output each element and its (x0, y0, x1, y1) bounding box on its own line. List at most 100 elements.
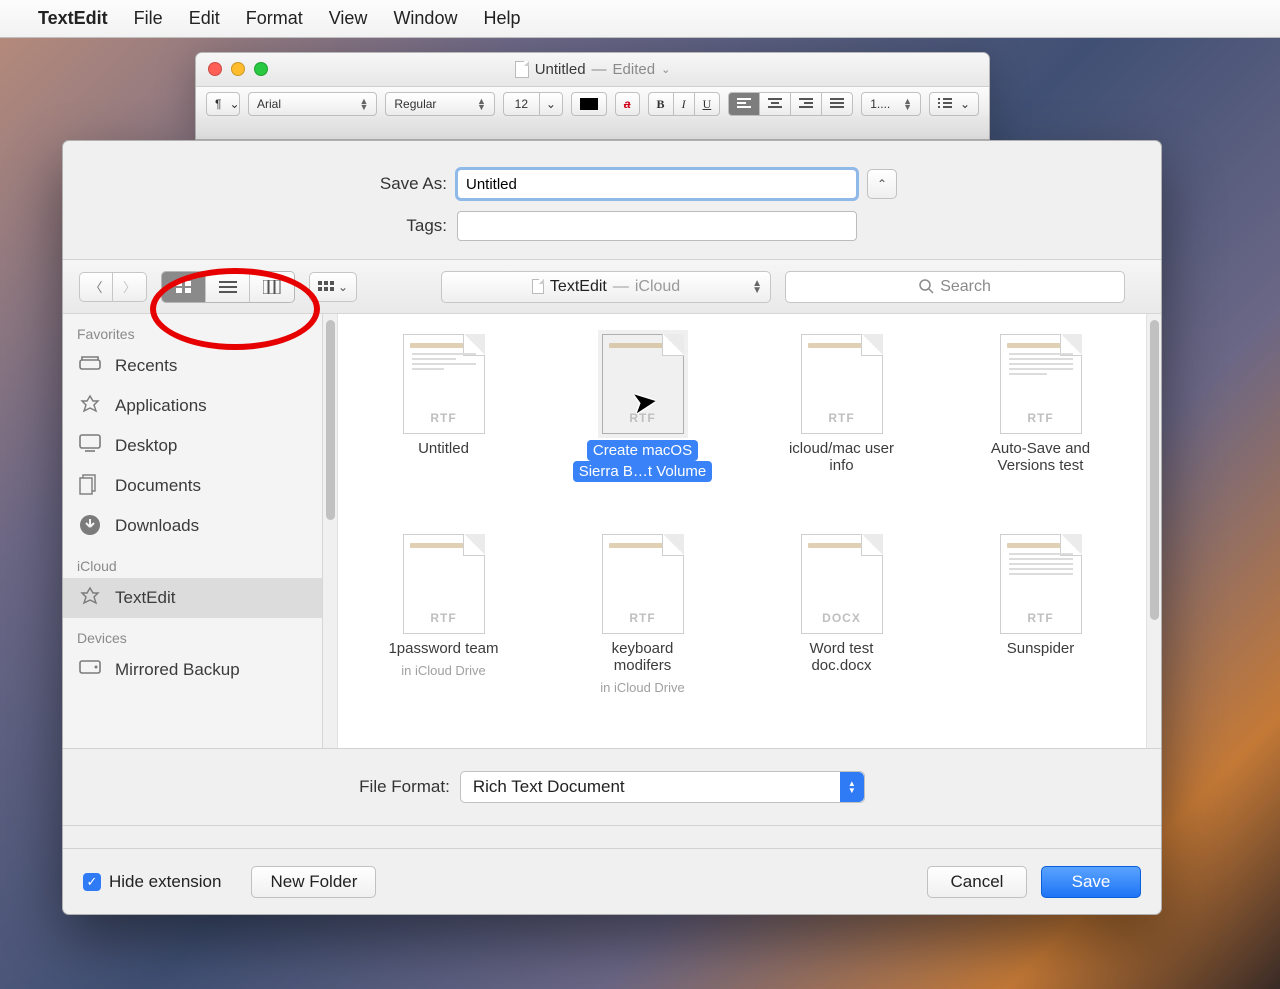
sidebar-scrollbar[interactable] (323, 314, 338, 748)
file-item[interactable]: DOCX Word test doc.docx (748, 534, 935, 734)
window-title[interactable]: Untitled — Edited ⌄ (515, 61, 671, 78)
chevron-down-icon: ⌄ (229, 97, 239, 111)
underline-button[interactable]: U (694, 92, 721, 116)
window-minimize-button[interactable] (231, 62, 245, 76)
location-popup[interactable]: TextEdit — iCloud ▲▼ (441, 271, 771, 303)
file-ext-label: DOCX (822, 611, 861, 625)
view-icons-button[interactable] (162, 272, 206, 302)
new-folder-button[interactable]: New Folder (251, 866, 376, 898)
italic-button[interactable]: I (673, 92, 694, 116)
nav-buttons: 〈 〉 (79, 272, 147, 302)
stepper-arrows-icon: ▲▼ (752, 280, 762, 294)
file-item[interactable]: RTF Auto-Save and Versions test (947, 334, 1134, 534)
paragraph-style-popup[interactable]: ¶⌄ (206, 92, 240, 116)
sidebar-item-label: Applications (115, 396, 207, 416)
text-style-group: B I U (648, 92, 721, 116)
file-format-label: File Format: (359, 777, 450, 797)
hide-extension-checkbox[interactable]: ✓ (83, 873, 101, 891)
sidebar-item-documents[interactable]: Documents (63, 466, 322, 506)
bold-button[interactable]: B (648, 92, 673, 116)
file-name-line: info (829, 457, 853, 474)
file-name-line: Auto-Save and (991, 440, 1090, 457)
file-format-popup[interactable]: Rich Text Document ▲▼ (460, 771, 865, 803)
menubar-help[interactable]: Help (483, 8, 520, 29)
sidebar-item-mirrored-backup[interactable]: Mirrored Backup (63, 650, 322, 690)
save-button[interactable]: Save (1041, 866, 1141, 898)
scroll-thumb[interactable] (326, 320, 335, 520)
sidebar-item-label: Mirrored Backup (115, 660, 240, 680)
font-family-popup[interactable]: Arial▲▼ (248, 92, 377, 116)
title-filename: Untitled (535, 61, 586, 78)
sidebar-item-applications[interactable]: Applications (63, 386, 322, 426)
divider (63, 825, 1161, 826)
nav-back-button[interactable]: 〈 (79, 272, 113, 302)
file-name: keyboard modifers (612, 640, 674, 674)
file-ext-label: RTF (629, 611, 655, 625)
font-size-field[interactable]: 12 (503, 92, 539, 116)
file-ext-label: RTF (828, 411, 854, 425)
file-item[interactable]: RTF Sunspider (947, 534, 1134, 734)
tags-row: Tags: (327, 211, 897, 241)
window-close-button[interactable] (208, 62, 222, 76)
view-mode-switch (161, 271, 295, 303)
menubar-view[interactable]: View (329, 8, 368, 29)
sidebar-item-label: Downloads (115, 516, 199, 536)
window-zoom-button[interactable] (254, 62, 268, 76)
menubar-app[interactable]: TextEdit (38, 8, 108, 29)
menubar-file[interactable]: File (134, 8, 163, 29)
cancel-button[interactable]: Cancel (927, 866, 1027, 898)
traffic-lights (208, 62, 268, 76)
sidebar-item-downloads[interactable]: Downloads (63, 506, 322, 546)
file-item[interactable]: RTF 1password team in iCloud Drive (350, 534, 537, 734)
file-item[interactable]: RTF Untitled (350, 334, 537, 534)
sidebar-header-devices: Devices (63, 618, 322, 650)
window-titlebar[interactable]: Untitled — Edited ⌄ (196, 53, 989, 87)
font-size-stepper[interactable]: ⌄ (539, 92, 563, 116)
font-weight-value: Regular (394, 97, 436, 111)
title-chevron-icon[interactable]: ⌄ (661, 63, 670, 76)
applications-icon (79, 394, 103, 418)
file-grid[interactable]: RTF Untitled RTF Create macOS Sierra B…t… (338, 314, 1146, 748)
dialog-buttons: ✓ Hide extension New Folder Cancel Save (63, 848, 1161, 914)
line-spacing-popup[interactable]: 1....▲▼ (861, 92, 921, 116)
file-item[interactable]: RTF icloud/mac user info (748, 334, 935, 534)
menubar-format[interactable]: Format (246, 8, 303, 29)
stepper-arrows-icon: ▲▼ (840, 772, 864, 802)
scroll-thumb[interactable] (1150, 320, 1159, 620)
strikethrough-icon: a (624, 97, 631, 111)
downloads-icon (79, 514, 103, 538)
tags-label: Tags: (327, 216, 447, 236)
align-right-button[interactable] (790, 92, 821, 116)
view-list-button[interactable] (206, 272, 250, 302)
text-color-button[interactable] (571, 92, 607, 116)
collapse-sheet-button[interactable]: ⌃ (867, 169, 897, 199)
font-weight-popup[interactable]: Regular▲▼ (385, 92, 494, 116)
finder-toolbar: 〈 〉 ⌄ TextEdit — iCloud ▲▼ S (63, 260, 1161, 314)
file-item[interactable]: RTF keyboard modifers in iCloud Drive (549, 534, 736, 734)
menubar-edit[interactable]: Edit (189, 8, 220, 29)
sidebar-item-label: Documents (115, 476, 201, 496)
align-left-button[interactable] (728, 92, 759, 116)
sidebar-item-textedit[interactable]: TextEdit (63, 578, 322, 618)
sidebar-item-recents[interactable]: Recents (63, 346, 322, 386)
align-justify-button[interactable] (821, 92, 853, 116)
save-as-input[interactable] (457, 169, 857, 199)
save-sheet: Save As: ⌃ Tags: 〈 〉 ⌄ (62, 140, 1162, 915)
tags-input[interactable] (457, 211, 857, 241)
nav-forward-button[interactable]: 〉 (113, 272, 147, 302)
sidebar-item-desktop[interactable]: Desktop (63, 426, 322, 466)
file-name: icloud/mac user info (789, 440, 894, 474)
list-style-popup[interactable]: ⌄ (929, 92, 979, 116)
file-location: in iCloud Drive (600, 680, 685, 695)
search-field[interactable]: Search (785, 271, 1125, 303)
font-size-group: 12 ⌄ (503, 92, 563, 116)
strikethrough-button[interactable]: a (615, 92, 640, 116)
view-columns-button[interactable] (250, 272, 294, 302)
grid-scrollbar[interactable] (1146, 314, 1161, 748)
file-icon: RTF (403, 534, 485, 634)
align-center-button[interactable] (759, 92, 790, 116)
group-by-popup[interactable]: ⌄ (309, 272, 357, 302)
menubar-window[interactable]: Window (393, 8, 457, 29)
file-item-selected[interactable]: RTF Create macOS Sierra B…t Volume (549, 334, 736, 534)
file-name-line: Sierra B…t Volume (573, 461, 713, 482)
